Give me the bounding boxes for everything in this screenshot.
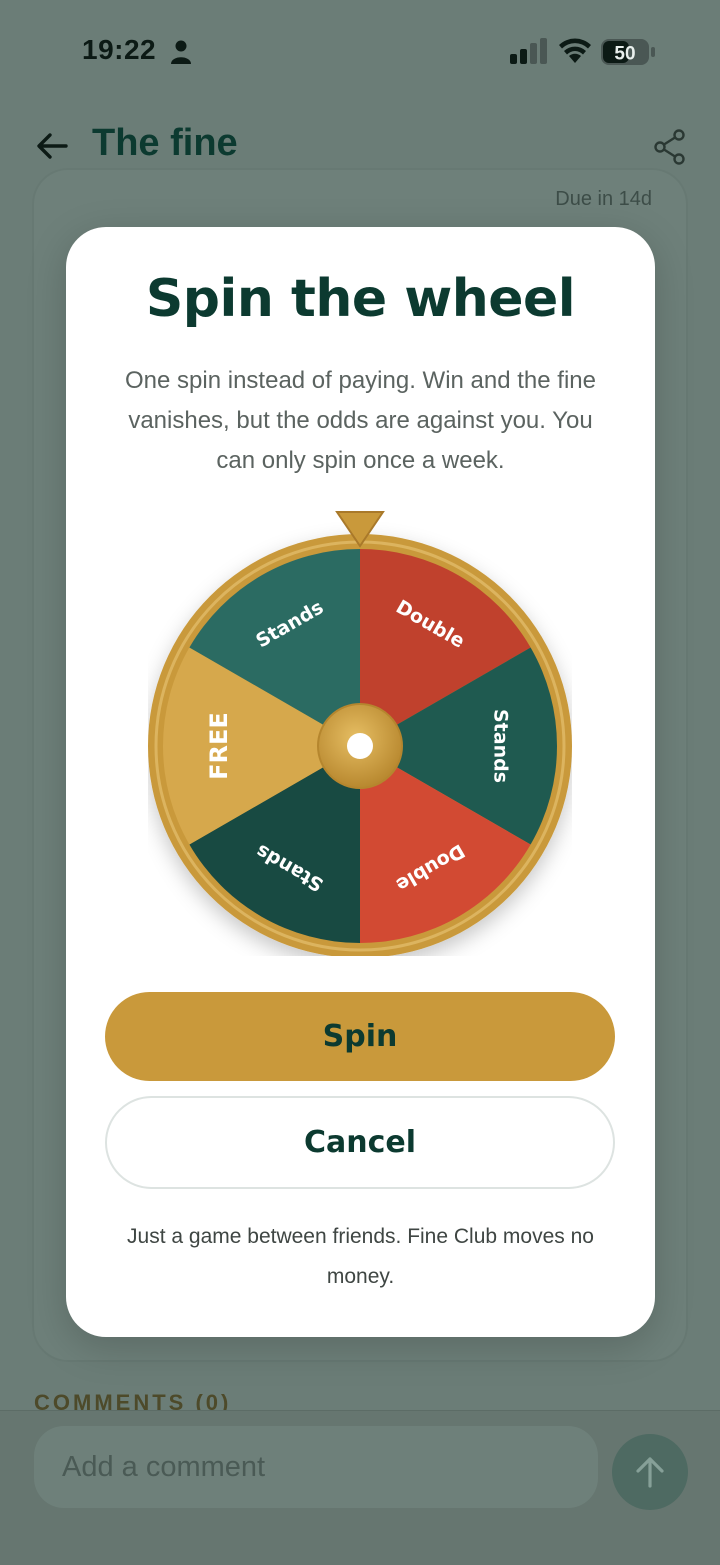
signal-icon — [510, 38, 547, 64]
spin-button[interactable]: Spin — [105, 992, 615, 1081]
modal-description: One spin instead of paying. Win and the … — [125, 367, 596, 474]
send-comment-button[interactable] — [612, 1434, 688, 1510]
wheel-segment-label: FREE — [205, 712, 233, 780]
comment-input[interactable] — [34, 1426, 598, 1508]
battery-level: 50 — [614, 44, 635, 65]
battery-icon: 50 — [601, 39, 655, 65]
status-time: 19:22 — [82, 34, 157, 65]
wheel-segment-label: Stands — [490, 709, 512, 783]
person-icon — [171, 40, 191, 64]
spin-modal: Spin the wheel One spin instead of payin… — [66, 227, 655, 1337]
arrow-up-icon — [636, 1457, 664, 1488]
back-arrow-icon[interactable] — [34, 128, 70, 164]
wheel-hub-dot — [347, 733, 373, 759]
disclaimer: Just a game between friends. Fine Club m… — [127, 1225, 594, 1288]
modal-title: Spin the wheel — [145, 269, 576, 329]
share-icon[interactable] — [652, 128, 688, 166]
status-bar: 19:22 50 — [0, 0, 720, 100]
page-title: The fine — [92, 122, 238, 164]
cancel-button[interactable]: Cancel — [105, 1096, 615, 1189]
prize-wheel[interactable]: DoubleStandsDoubleStandsFREEStands — [148, 510, 572, 956]
wifi-icon — [559, 38, 591, 63]
due-label: Due in 14d — [555, 188, 652, 210]
